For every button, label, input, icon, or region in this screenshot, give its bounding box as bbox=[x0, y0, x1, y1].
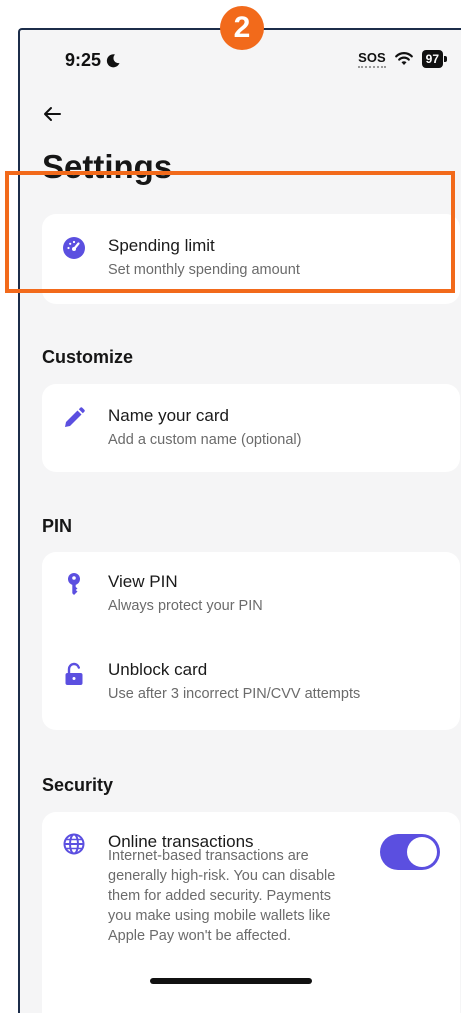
unblock-card-row[interactable]: Unblock card Use after 3 incorrect PIN/C… bbox=[42, 640, 460, 730]
sos-indicator: SOS bbox=[358, 50, 386, 68]
section-security: Security bbox=[42, 775, 114, 795]
view-pin-sub: Always protect your PIN bbox=[108, 598, 263, 614]
arrow-left-icon[interactable] bbox=[40, 102, 64, 126]
name-card-row[interactable]: Name your card Add a custom name (option… bbox=[42, 384, 460, 472]
customize-card: Name your card Add a custom name (option… bbox=[42, 384, 460, 472]
status-time: 9:25 bbox=[65, 50, 121, 71]
section-customize: Customize bbox=[42, 347, 134, 367]
status-icons: SOS 97 bbox=[358, 50, 448, 68]
view-pin-label: View PIN bbox=[108, 572, 178, 591]
online-transactions-desc: Internet-based transactions are generall… bbox=[108, 848, 336, 944]
toggle-knob bbox=[407, 837, 437, 867]
battery-indicator: 97 bbox=[421, 50, 448, 68]
pencil-icon bbox=[65, 407, 85, 427]
view-pin-row[interactable]: View PIN Always protect your PIN bbox=[42, 552, 460, 640]
globe-icon bbox=[63, 833, 85, 855]
time-text: 9:25 bbox=[65, 50, 102, 70]
highlight-box bbox=[5, 171, 455, 293]
key-icon bbox=[68, 573, 80, 595]
wifi-icon bbox=[394, 52, 413, 65]
pin-card: View PIN Always protect your PIN Unblock… bbox=[42, 552, 460, 730]
section-pin: PIN bbox=[42, 516, 73, 536]
home-indicator bbox=[150, 978, 312, 984]
unblock-card-sub: Use after 3 incorrect PIN/CVV attempts bbox=[108, 686, 361, 702]
name-card-label: Name your card bbox=[108, 406, 229, 425]
unblock-card-label: Unblock card bbox=[108, 660, 208, 679]
step-badge: 2 bbox=[220, 6, 264, 50]
name-card-sub: Add a custom name (optional) bbox=[108, 432, 302, 448]
online-transactions-toggle[interactable] bbox=[380, 834, 440, 870]
unlock-icon bbox=[65, 662, 83, 685]
moon-icon bbox=[106, 53, 120, 67]
